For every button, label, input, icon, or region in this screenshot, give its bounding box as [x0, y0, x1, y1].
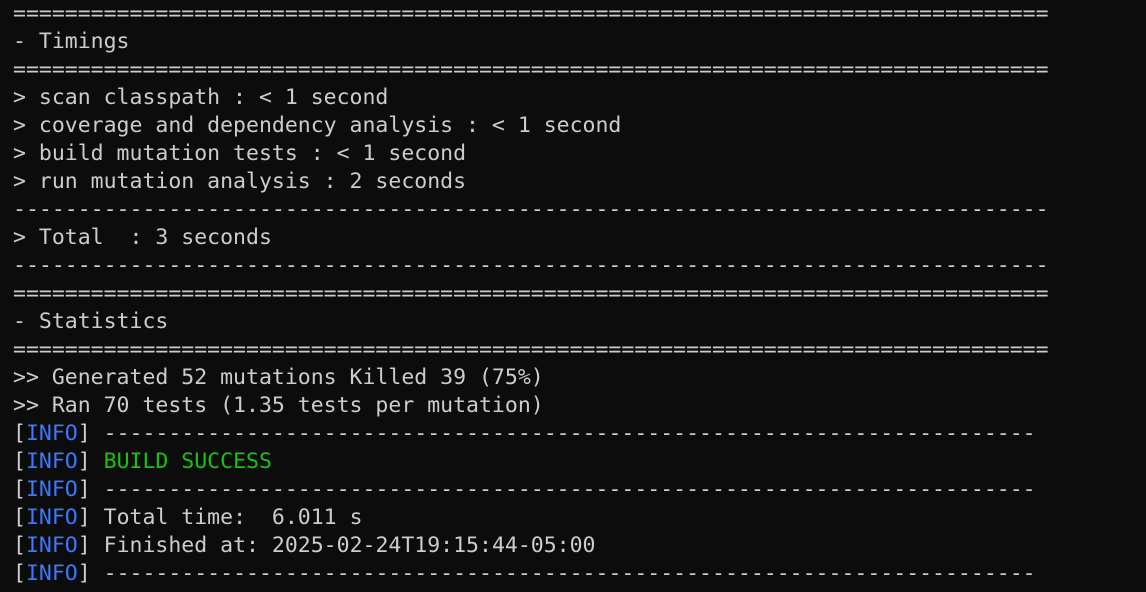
info-separator: ----------------------------------------…: [103, 561, 1036, 586]
bracket-close: ]: [77, 561, 104, 586]
separator-line: ========================================…: [13, 57, 1049, 82]
bracket-close: ]: [77, 505, 104, 530]
separator-line: ========================================…: [13, 1, 1049, 26]
info-log-line: [INFO] ---------------------------------…: [13, 560, 1146, 588]
info-tag: INFO: [25, 477, 78, 502]
info-log-line: [INFO] ---------------------------------…: [13, 420, 1146, 448]
stat-line-generated: >> Generated 52 mutations Killed 39 (75%…: [13, 365, 544, 390]
info-tag: INFO: [25, 505, 78, 530]
bracket-close: ]: [77, 421, 104, 446]
info-separator: ----------------------------------------…: [103, 421, 1036, 446]
info-log-line: [INFO] Finished at: 2025-02-24T19:15:44-…: [13, 532, 1146, 560]
bracket-open: [: [13, 505, 26, 530]
bracket-close: ]: [77, 449, 104, 474]
separator-line: ----------------------------------------…: [13, 197, 1049, 222]
bracket-open: [: [13, 477, 26, 502]
total-time: Total time: 6.011 s: [103, 505, 363, 530]
bracket-open: [: [13, 421, 26, 446]
section-heading-statistics: - Statistics: [13, 309, 169, 334]
info-log-line: [INFO] Total time: 6.011 s: [13, 504, 1146, 532]
info-tag: INFO: [25, 561, 78, 586]
bracket-open: [: [13, 561, 26, 586]
finished-at: Finished at: 2025-02-24T19:15:44-05:00: [103, 533, 596, 558]
build-status: BUILD SUCCESS: [103, 449, 272, 474]
timing-line-total: > Total : 3 seconds: [13, 225, 272, 250]
timing-line-build-mutation-tests: > build mutation tests : < 1 second: [13, 141, 467, 166]
bracket-close: ]: [77, 477, 104, 502]
info-log-line: [INFO] BUILD SUCCESS: [13, 448, 1146, 476]
bracket-open: [: [13, 449, 26, 474]
terminal-output[interactable]: ========================================…: [0, 0, 1146, 592]
timing-line-run-mutation-analysis: > run mutation analysis : 2 seconds: [13, 169, 467, 194]
info-separator: ----------------------------------------…: [103, 477, 1036, 502]
info-tag: INFO: [25, 421, 78, 446]
bracket-close: ]: [77, 533, 104, 558]
separator-line: ========================================…: [13, 337, 1049, 362]
separator-line: ========================================…: [13, 281, 1049, 306]
separator-line: ----------------------------------------…: [13, 253, 1049, 278]
section-heading-timings: - Timings: [13, 29, 130, 54]
bracket-open: [: [13, 533, 26, 558]
timing-line-coverage: > coverage and dependency analysis : < 1…: [13, 113, 622, 138]
stat-line-ran-tests: >> Ran 70 tests (1.35 tests per mutation…: [13, 393, 544, 418]
info-tag: INFO: [25, 449, 78, 474]
info-tag: INFO: [25, 533, 78, 558]
timing-line-scan-classpath: > scan classpath : < 1 second: [13, 85, 389, 110]
info-log-line: [INFO] ---------------------------------…: [13, 476, 1146, 504]
